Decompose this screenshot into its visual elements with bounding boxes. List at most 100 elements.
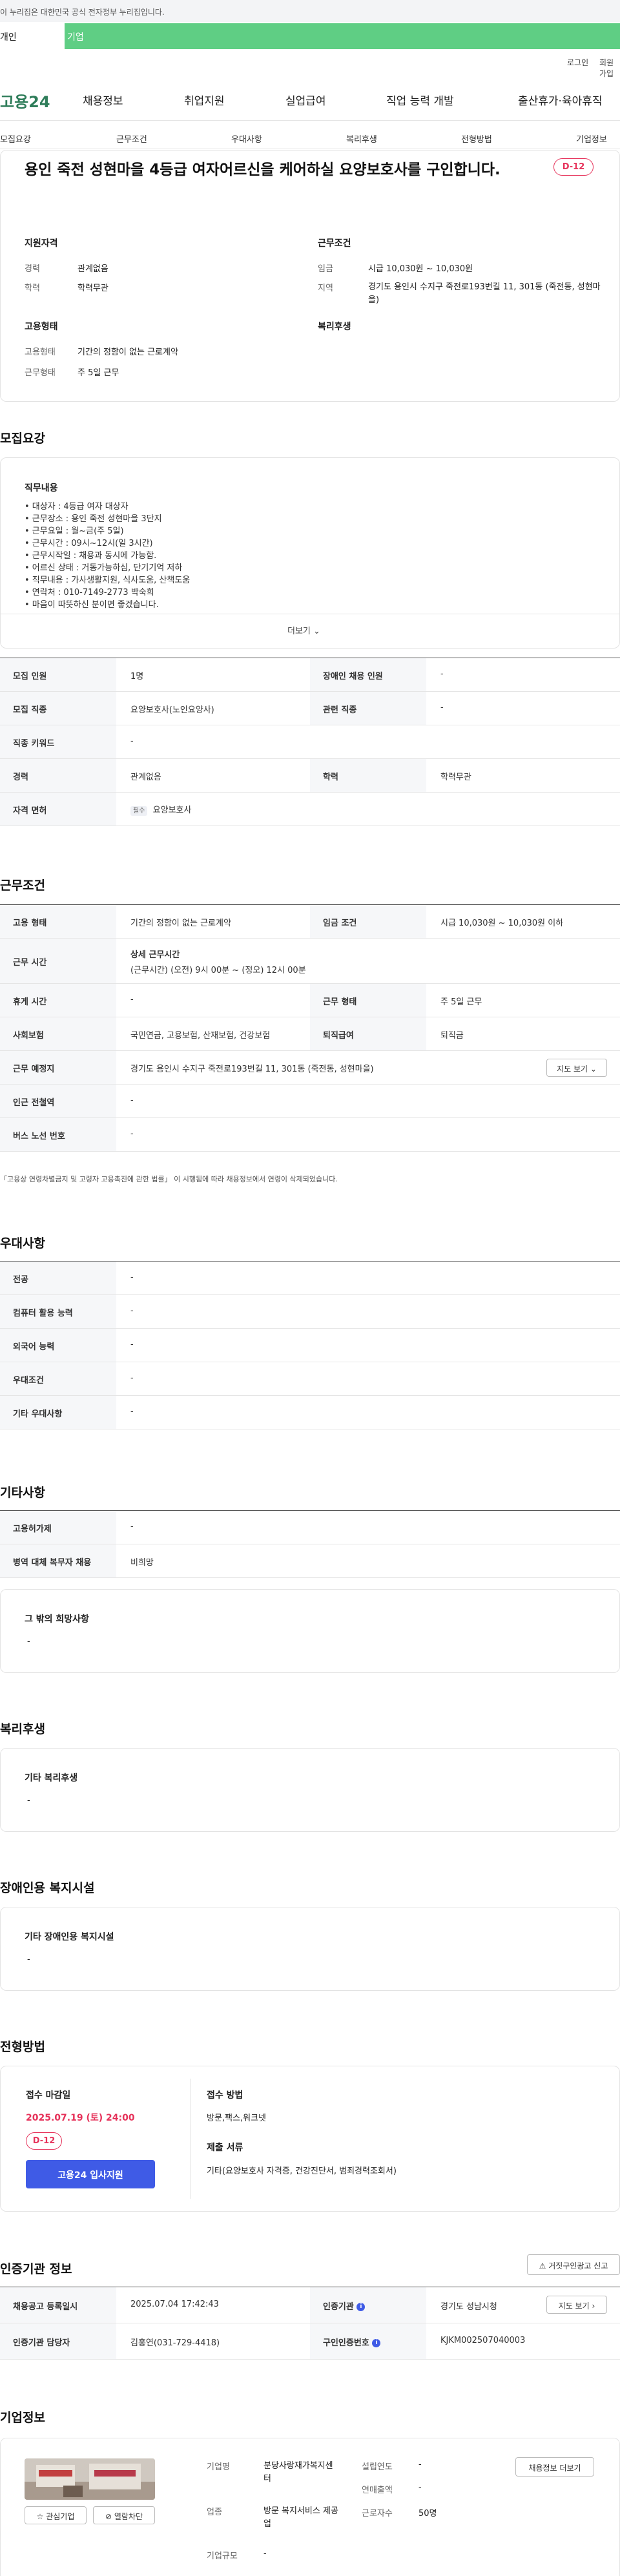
td: - [130,1306,134,1316]
company-photo [25,2458,155,2500]
user-type-tabs [0,23,620,49]
join-link[interactable]: 회원가입 [599,57,620,79]
subnav-company[interactable]: 기업정보 [576,132,607,145]
other-wishes-card [0,1589,620,1673]
fav-button[interactable]: ☆ 관심기업 [25,2506,87,2524]
company-jobs-button[interactable]: 채용정보 더보기 [515,2457,594,2477]
gnb-vocational-training[interactable]: 직업 능력 개발 [386,92,454,108]
th: 기타 우대사항 [0,1396,116,1429]
th: 고용허가제 [0,1511,116,1544]
login-link[interactable]: 로그인 [567,57,588,68]
td: KJKM002507040003 [440,2336,526,2345]
duty-line: • 근무시작일 : 채용과 동시에 가능함. [25,551,157,561]
table-row: 외국어 능력 - [0,1329,620,1362]
table-row: 채용공고 등록일시 2025.07.04 17:42:43 인증기관 i 경기도… [0,2287,620,2323]
report-button[interactable]: ⚠ 거짓구인광고 신고 [527,2254,620,2275]
other-wishes-value: - [27,1637,30,1646]
chevron-right-icon: › [592,2301,595,2311]
th: 모집 인원 [0,658,116,691]
gnb-parental-leave[interactable]: 출산휴가·육아휴직 [518,92,603,108]
th: 인증기관 i [310,2287,426,2323]
company-sales-value: - [418,2483,422,2493]
site-logo[interactable]: 고용24 [0,89,50,112]
table-row: 고용 형태 기간의 정함이 없는 근로계약 임금 조건 시급 10,030원 ~… [0,905,620,939]
map-button[interactable]: 지도 보기 ⌄ [546,1059,607,1077]
welfare-value: - [27,1796,30,1805]
subnav-recruit[interactable]: 모집요강 [0,132,31,145]
dday-badge: D-12 [553,158,594,176]
td: 기간의 정함이 없는 근로계약 [130,919,231,928]
recruit-heading: 모집요강 [0,431,45,446]
star-icon: ☆ [36,2512,44,2521]
th: 구인인증번호 i [310,2323,426,2359]
deadline-label: 접수 마감일 [26,2090,71,2101]
facility-value: - [27,1955,30,1964]
deadline-value: 2025.07.19 (토) 24:00 [26,2113,135,2123]
qualify-heading: 지원자격 [25,238,58,249]
table-row: 버스 노선 번호 - [0,1118,620,1152]
subnav-welfare[interactable]: 복리후생 [346,132,377,145]
welfare-title: 기타 복리후생 [25,1773,78,1783]
docs-value: 기타(요양보호사 자격증, 건강진단서, 범죄경력조회서) [207,2166,397,2176]
wage-value: 시급 10,030원 ~ 10,030원 [368,264,473,274]
map-button-label: 지도 보기 [557,1065,588,1074]
td: - [130,1272,134,1282]
duty-line: • 직무내용 : 가사생활지원, 식사도움, 산책도움 [25,576,191,585]
gnb-jobs[interactable]: 채용정보 [83,92,123,108]
tab-company[interactable]: 기업 [67,23,84,43]
apply-button[interactable]: 고용24 입사지원 [26,2160,155,2188]
method-label: 접수 방법 [207,2090,243,2101]
conditions-heading: 근무조건 [318,238,351,249]
subnav-selection[interactable]: 전형방법 [461,132,492,145]
td: - [440,669,444,679]
gnb-employment-support[interactable]: 취업지원 [184,92,225,108]
td: - [130,1340,134,1349]
block-button[interactable]: ⊘ 열람차단 [93,2506,155,2524]
area-label: 지역 [318,284,333,293]
th: 임금 조건 [310,905,426,938]
duty-line: • 어르신 상태 : 거동가능하심, 단기기억 저하 [25,563,183,573]
employ-type-value: 기간의 정함이 없는 근로계약 [78,348,178,357]
employ-heading: 고용형태 [25,322,58,332]
subnav-work[interactable]: 근무조건 [116,132,147,145]
gnb-unemployment-benefit[interactable]: 실업급여 [285,92,326,108]
table-row: 모집 직종 요양보호사(노인요양사) 관련 직종 - [0,692,620,725]
required-badge: 필수 [130,806,148,816]
td: 주 5일 근무 [440,997,482,1007]
company-sales-label: 연매출액 [362,2486,393,2495]
agency-heading: 인증기관 정보 [0,2262,72,2276]
employ-type-label: 고용형태 [25,348,56,357]
td: 관계없음 [130,773,161,782]
duty-line: • 연락처 : 010-7149-2773 박숙희 [25,588,154,597]
career-value: 관계없음 [78,264,108,274]
info-icon[interactable]: i [356,2303,366,2311]
divider [0,120,620,121]
th: 외국어 능력 [0,1329,116,1362]
th: 고용 형태 [0,905,116,938]
td: 2025.07.04 17:42:43 [130,2300,219,2309]
tab-personal[interactable]: 개인 [0,23,65,49]
subnav-pref[interactable]: 우대사항 [231,132,262,145]
table-row: 병역 대체 복무자 채용 비희망 [0,1544,620,1578]
table-row: 기타 우대사항 - [0,1396,620,1429]
more-button[interactable]: 더보기 ⌄ [287,624,320,636]
table-row: 모집 인원 1명 장애인 채용 인원 - [0,658,620,692]
info-icon[interactable]: i [372,2339,381,2347]
agency-map-label: 지도 보기 [558,2301,590,2311]
table-row: 인증기관 담당자 김홍연(031-729-4418) 구인인증번호 i KJKM… [0,2323,620,2360]
welfare-heading: 복리후생 [0,1722,45,1736]
duty-line: • 근무요일 : 월~금(주 5일) [25,526,124,536]
th: 근무 형태 [310,984,426,1017]
duty-heading: 직무내용 [25,483,58,493]
table-row: 휴게 시간 - 근무 형태 주 5일 근무 [0,984,620,1017]
table-row: 고용허가제 - [0,1511,620,1544]
table-row: 근무 시간 상세 근무시간 (근무시간) (오전) 9시 00분 ~ (정오) … [0,939,620,984]
agency-map-button[interactable]: 지도 보기 › [546,2296,607,2314]
td: - [130,1373,134,1383]
welfare-summary-heading: 복리후생 [318,322,351,332]
th: 우대조건 [0,1362,116,1395]
th: 관련 직종 [310,692,426,725]
selection-heading: 전형방법 [0,2040,45,2054]
etc-heading: 기타사항 [0,1486,45,1500]
company-name-label: 기업명 [207,2462,230,2472]
